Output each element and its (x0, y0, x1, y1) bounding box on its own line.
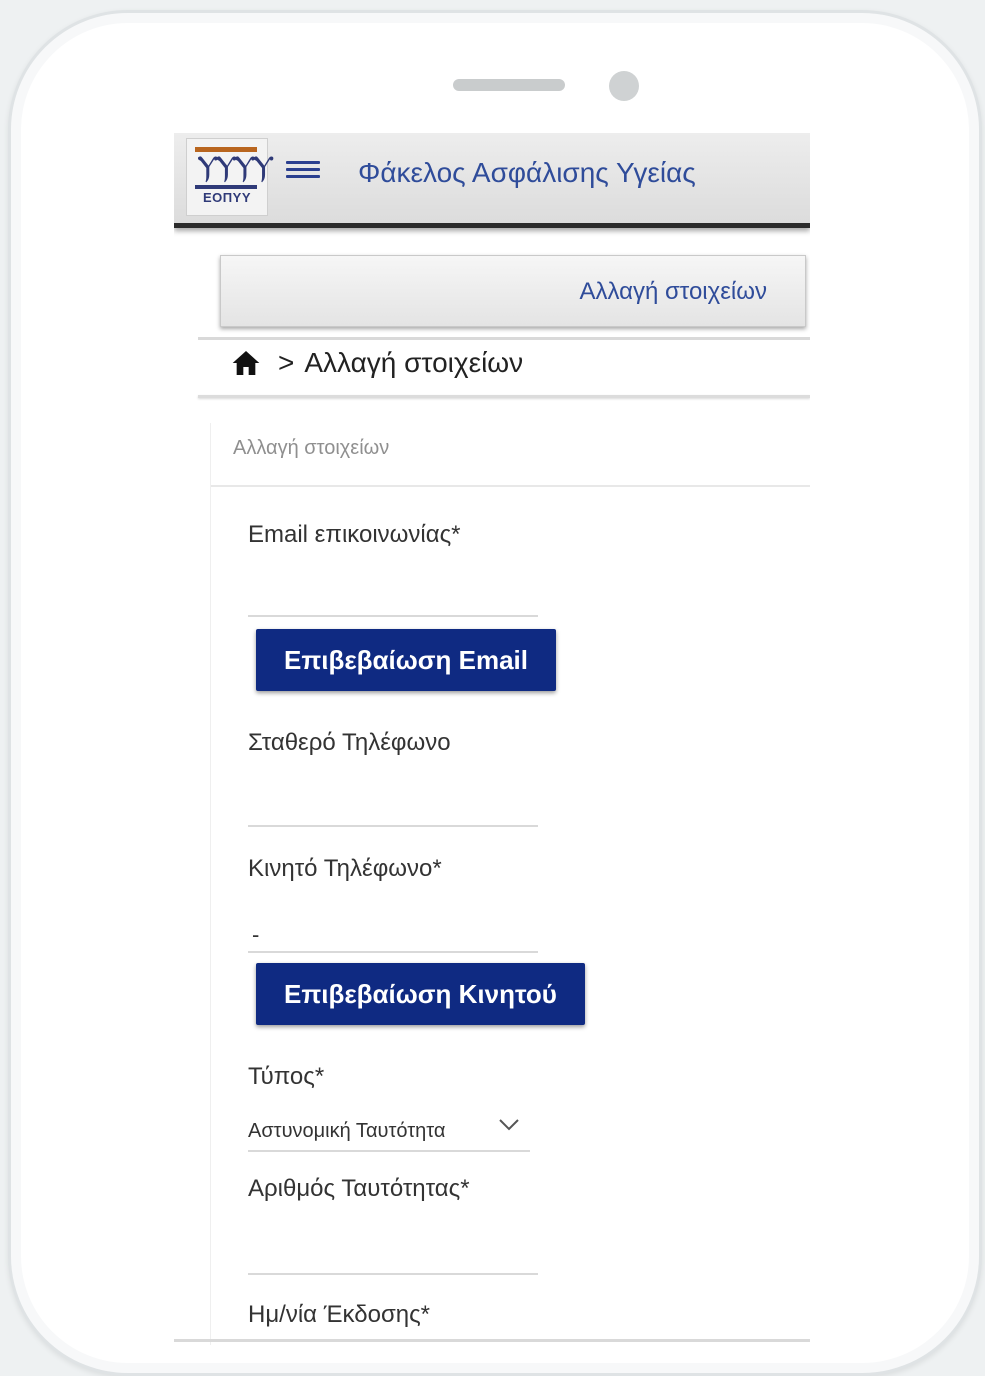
breadcrumb-current: Αλλαγή στοιχείων (304, 347, 524, 378)
phone-speaker (453, 79, 565, 91)
breadcrumb-divider (198, 395, 810, 398)
type-select-value: Αστυνομική Ταυτότητα (248, 1120, 446, 1142)
tab-divider (198, 337, 810, 340)
card-header: Αλλαγή στοιχείων (233, 437, 390, 459)
email-field[interactable] (248, 583, 538, 617)
id-number-field[interactable] (248, 1241, 538, 1275)
tab-change-details[interactable]: Αλλαγή στοιχείων (220, 255, 806, 327)
card-header-divider (211, 485, 810, 487)
app-screen: ⲨⲨⲨⲨ ΕΟΠΥΥ Φάκελος Ασφάλισης Υγείας Αλλα… (174, 133, 810, 1345)
logo-text: ΕΟΠΥΥ (202, 190, 251, 205)
email-label: Email επικοινωνίας* (248, 521, 461, 548)
landline-label: Σταθερό Τηλέφωνο (248, 729, 451, 756)
issue-date-label: Ημ/νία Έκδοσης* (248, 1301, 431, 1328)
confirm-mobile-button[interactable]: Επιβεβαίωση Κινητού (256, 963, 585, 1025)
id-number-label: Αριθμός Ταυτότητας* (248, 1175, 470, 1202)
logo-people-icon: ⲨⲨⲨⲨ (197, 150, 274, 185)
screen-bottom-divider (174, 1339, 810, 1342)
chevron-down-icon[interactable] (498, 1118, 520, 1132)
landline-field[interactable] (248, 793, 538, 827)
tab-bar: Αλλαγή στοιχείων (198, 251, 810, 341)
breadcrumb: > Αλλαγή στοιχείων (230, 341, 523, 385)
home-icon[interactable] (230, 347, 262, 379)
type-label: Τύπος* (248, 1063, 325, 1090)
app-title: Φάκελος Ασφάλισης Υγείας (358, 157, 696, 188)
breadcrumb-separator: > (278, 347, 295, 378)
eopyy-logo[interactable]: ⲨⲨⲨⲨ ΕΟΠΥΥ (186, 138, 274, 216)
app-bar: ⲨⲨⲨⲨ ΕΟΠΥΥ Φάκελος Ασφάλισης Υγείας (174, 133, 810, 228)
form-card: Αλλαγή στοιχείων (210, 423, 810, 1345)
logo-base (195, 185, 257, 189)
hamburger-menu-icon[interactable] (286, 157, 320, 183)
phone-camera (609, 71, 639, 101)
confirm-email-button[interactable]: Επιβεβαίωση Email (256, 629, 556, 691)
tab-label: Αλλαγή στοιχείων (579, 278, 767, 305)
mobile-field[interactable] (248, 919, 538, 953)
mobile-label: Κινητό Τηλέφωνο* (248, 855, 442, 882)
type-select[interactable]: Αστυνομική Ταυτότητα (248, 1116, 530, 1152)
